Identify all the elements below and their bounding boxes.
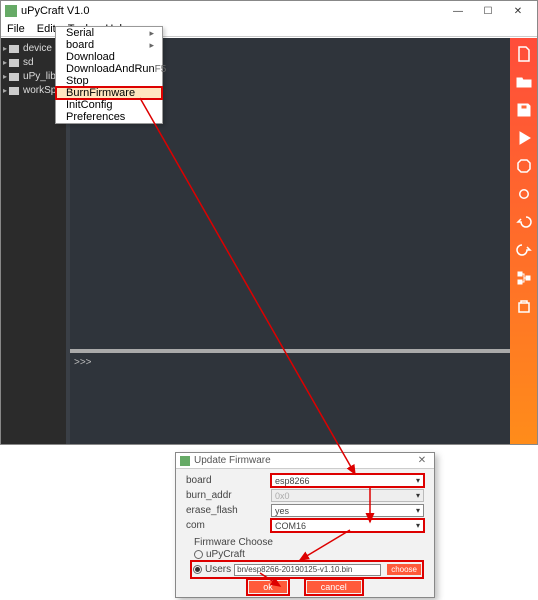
menu-item-serial[interactable]: Serial [56,27,162,39]
choose-button[interactable]: choose [387,564,421,575]
label-erase-flash: erase_flash [186,505,271,516]
label-burn-addr: burn_addr [186,490,271,501]
run-icon[interactable] [514,128,534,148]
radio-upycraft-label: uPyCraft [206,549,245,560]
select-erase-flash[interactable]: yes [271,504,424,517]
select-burn-addr[interactable]: 0x0 [271,489,424,502]
select-com[interactable]: COM16 [271,519,424,532]
tools-dropdown: Serial board Download DownloadAndRunF5 S… [55,26,163,124]
save-icon[interactable] [514,100,534,120]
maximize-button[interactable]: ☐ [473,2,503,20]
menu-item-board[interactable]: board [56,39,162,51]
connect-icon[interactable] [514,184,534,204]
label-com: com [186,520,271,531]
repl-prompt: >>> [74,357,92,368]
update-firmware-dialog: Update Firmware ✕ board esp8266 burn_add… [175,452,435,598]
dialog-app-icon [180,456,190,466]
radio-upycraft[interactable] [194,550,203,559]
menu-item-stop[interactable]: Stop [56,75,162,87]
close-button[interactable]: ✕ [503,2,533,20]
menu-edit[interactable]: Edit [37,23,56,35]
right-sidebar [510,38,537,444]
menu-item-downloadandrun[interactable]: DownloadAndRunF5 [56,63,162,75]
cancel-button[interactable]: cancel [307,581,361,593]
firmware-path-input[interactable]: bn/esp8266-20190125-v1.10.bin [234,564,381,576]
menu-item-preferences[interactable]: Preferences [56,111,162,123]
tree-view-icon[interactable] [514,268,534,288]
dialog-close-button[interactable]: ✕ [414,455,430,466]
repl-console[interactable]: >>> [70,349,510,444]
label-board: board [186,475,271,486]
minimize-button[interactable]: — [443,2,473,20]
dialog-title: Update Firmware [194,455,414,466]
menu-item-download[interactable]: Download [56,51,162,63]
ok-button[interactable]: ok [249,581,287,593]
menu-file[interactable]: File [7,23,25,35]
dialog-titlebar: Update Firmware ✕ [176,453,434,469]
titlebar: uPyCraft V1.0 — ☐ ✕ [1,1,537,21]
menu-item-burnfirmware[interactable]: BurnFirmware [56,87,162,99]
clear-icon[interactable] [514,296,534,316]
app-icon [5,5,17,17]
new-file-icon[interactable] [514,44,534,64]
window-title: uPyCraft V1.0 [21,5,443,17]
select-board[interactable]: esp8266 [271,474,424,487]
menu-item-initconfig[interactable]: InitConfig [56,99,162,111]
label-firmware-choose: Firmware Choose [194,537,424,548]
radio-users[interactable] [193,565,202,574]
stop-icon[interactable] [514,156,534,176]
radio-users-label: Users [205,564,231,575]
open-file-icon[interactable] [514,72,534,92]
redo-icon[interactable] [514,240,534,260]
undo-icon[interactable] [514,212,534,232]
